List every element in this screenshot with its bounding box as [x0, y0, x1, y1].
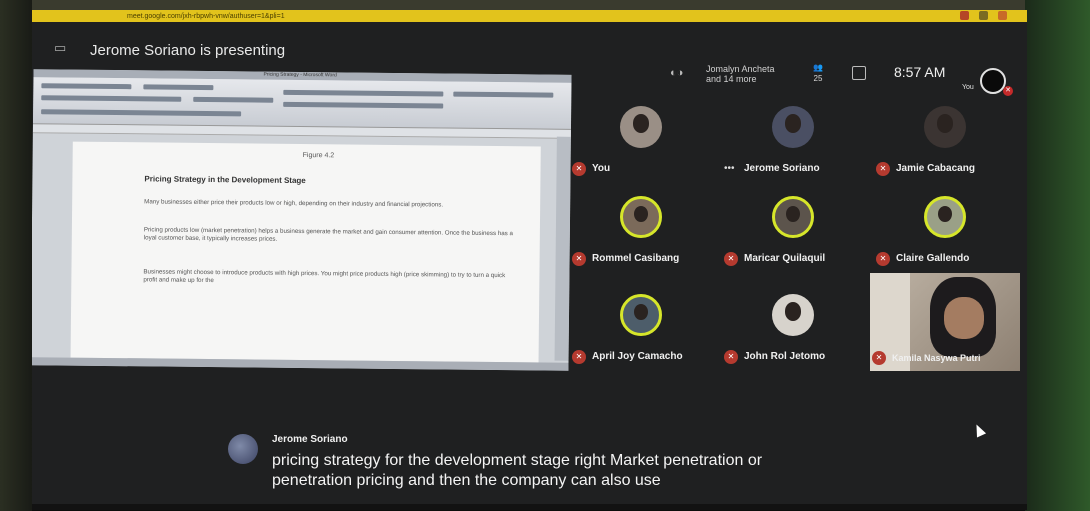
participant-tile[interactable]: ✕ Claire Gallendo	[874, 182, 1016, 272]
participant-name: Kamila Nasywa Putri	[892, 353, 981, 363]
avatar	[924, 196, 966, 238]
mic-off-icon: ✕	[724, 252, 738, 266]
participant-more: and 14 more	[706, 74, 757, 84]
browser-extensions	[960, 11, 1007, 20]
mic-off-icon: ✕	[876, 252, 890, 266]
document-paragraph: Pricing products low (market penetration…	[143, 226, 513, 243]
mic-off-icon: ✕	[572, 162, 586, 176]
participant-name: Jomalyn Ancheta	[706, 64, 775, 74]
participant-tile[interactable]: ✕ Jamie Cabacang	[874, 92, 1016, 182]
more-options-icon[interactable]: •••	[724, 163, 735, 174]
self-label: You	[962, 84, 974, 91]
participant-name: Jamie Cabacang	[896, 163, 975, 174]
monitor-bezel-right	[1025, 0, 1090, 511]
participant-tile[interactable]: ••• Jerome Soriano	[722, 92, 864, 182]
participant-name: You	[592, 163, 611, 174]
avatar	[772, 294, 814, 336]
mic-off-icon: ✕	[572, 350, 586, 364]
browser-url-bar[interactable]: meet.google.com/jxh-rbpwh-vnw/authuser=1…	[32, 10, 1027, 22]
figure-label: Figure 4.2	[302, 152, 335, 160]
participant-tile[interactable]: ✕ Maricar Quilaquil	[722, 182, 864, 272]
avatar	[620, 294, 662, 336]
extension-icon[interactable]	[979, 11, 988, 20]
document-paragraph: Businesses might choose to introduce pro…	[143, 268, 506, 285]
people-icon[interactable]: ◐◑	[670, 67, 692, 81]
avatar	[772, 106, 814, 148]
caption-speaker-name: Jerome Soriano	[272, 434, 348, 445]
word-ribbon	[32, 77, 572, 130]
participant-name: Rommel Casibang	[592, 253, 680, 264]
avatar	[620, 196, 662, 238]
people-group-icon: 👥	[813, 63, 823, 72]
meet-screen: meet.google.com/jxh-rbpwh-vnw/authuser=1…	[32, 10, 1027, 510]
word-window-title: Pricing Strategy - Microsoft Word	[263, 71, 337, 79]
avatar	[924, 106, 966, 148]
caption-speaker-avatar	[228, 434, 258, 464]
participants-summary[interactable]: Jomalyn Ancheta and 14 more	[706, 64, 775, 84]
document-page: Figure 4.2 Pricing Strategy in the Devel…	[70, 141, 541, 363]
participant-count: 25	[813, 74, 823, 83]
participant-name: Maricar Quilaquil	[744, 253, 826, 264]
presentation-window: Pricing Strategy - Microsoft Word Figure…	[32, 69, 572, 371]
presenting-title: Jerome Soriano is presenting	[90, 42, 286, 59]
participant-tile[interactable]: ✕ April Joy Camacho	[570, 280, 712, 370]
participant-name: Claire Gallendo	[896, 253, 970, 264]
participant-count-button[interactable]: 👥 25	[804, 62, 832, 84]
participant-name: Jerome Soriano	[744, 163, 820, 174]
video-label: ✕ Kamila Nasywa Putri	[870, 281, 1020, 371]
participant-tile[interactable]: ✕ You	[570, 92, 712, 182]
mic-off-icon: ✕	[572, 252, 586, 266]
participant-video-tile[interactable]: ✕ Kamila Nasywa Putri	[870, 273, 1020, 371]
chat-icon[interactable]	[852, 66, 866, 80]
mic-off-icon: ✕	[872, 351, 886, 365]
star-icon[interactable]	[998, 11, 1007, 20]
document-heading: Pricing Strategy in the Development Stag…	[144, 174, 306, 186]
monitor-bezel-left	[0, 0, 32, 511]
url-text[interactable]: meet.google.com/jxh-rbpwh-vnw/authuser=1…	[127, 13, 285, 20]
participant-name: April Joy Camacho	[592, 351, 683, 362]
avatar	[620, 106, 662, 148]
mic-off-icon: ✕	[876, 162, 890, 176]
participant-name: John Rol Jetomo	[744, 351, 826, 362]
participant-tile[interactable]: ✕ Rommel Casibang	[570, 182, 712, 272]
bottom-bar	[32, 504, 1027, 510]
caption-line: penetration pricing and then the company…	[272, 472, 661, 489]
document-scrollbar	[554, 136, 571, 361]
clock: 8:57 AM	[894, 64, 946, 80]
present-screen-icon: ▭	[54, 40, 67, 55]
caption-line: pricing strategy for the development sta…	[272, 452, 763, 469]
mouse-cursor-icon	[971, 422, 987, 438]
extension-icon[interactable]	[960, 11, 969, 20]
mic-off-icon: ✕	[724, 350, 738, 364]
document-paragraph: Many businesses either price their produ…	[144, 198, 444, 209]
participant-tile[interactable]: ✕ John Rol Jetomo	[722, 280, 864, 370]
avatar	[772, 196, 814, 238]
